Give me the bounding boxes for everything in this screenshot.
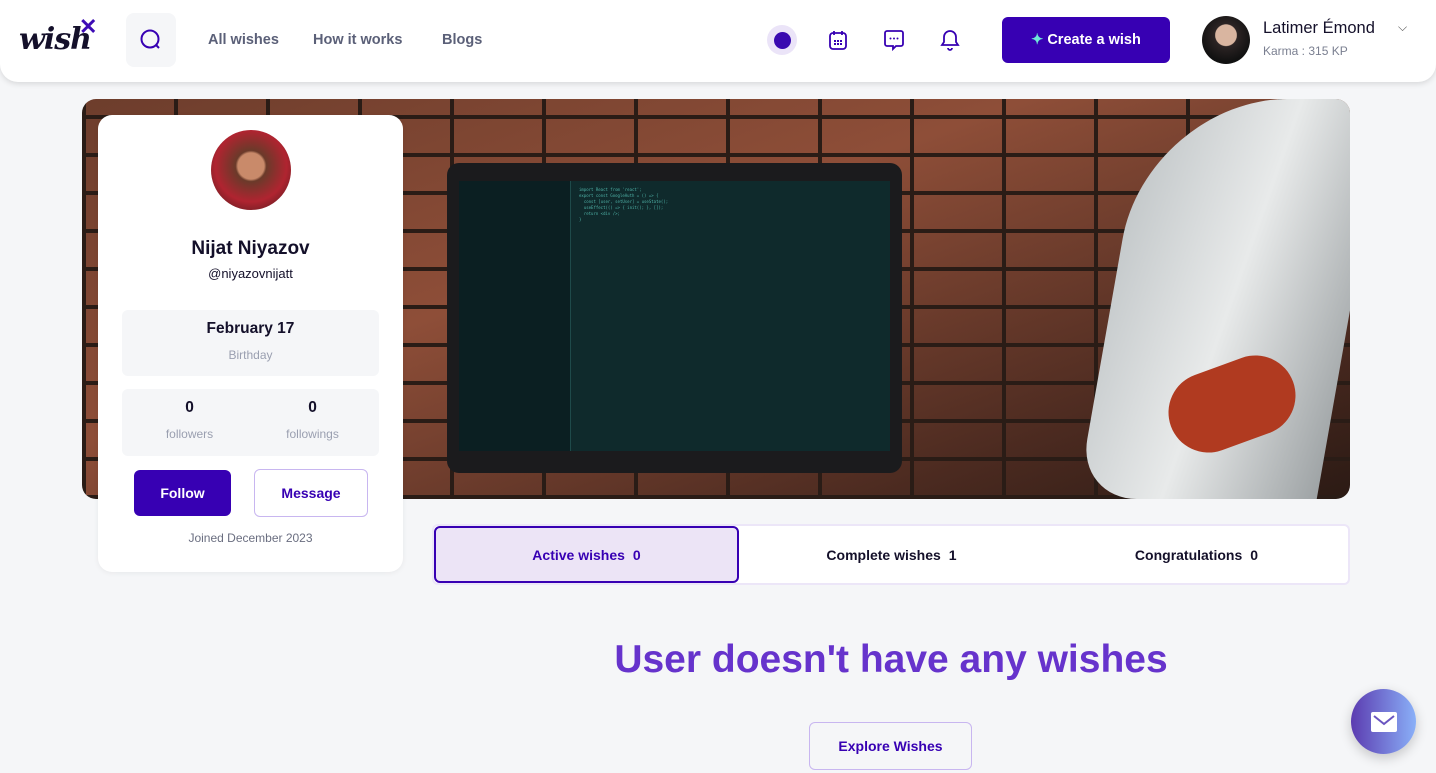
laptop-image: import React from 'react'; export const G… [447, 163, 902, 473]
chat-icon[interactable] [882, 28, 906, 52]
search-button[interactable] [126, 13, 176, 67]
tab-congratulations[interactable]: Congratulations 0 [1044, 526, 1349, 583]
bell-icon[interactable] [938, 28, 962, 52]
tab-count: 1 [948, 546, 957, 563]
wish-tabs: Active wishes 0 Complete wishes 1 Congratu… [432, 524, 1350, 585]
tab-count: 0 [1250, 546, 1259, 563]
sparkle-icon: ✦ [1031, 32, 1044, 48]
tab-active-wishes[interactable]: Active wishes 0 [434, 526, 739, 583]
explore-wishes-button[interactable]: Explore Wishes [809, 722, 972, 770]
followers-label: followers [165, 427, 214, 441]
search-icon [140, 29, 160, 49]
mail-icon [1370, 711, 1397, 732]
nav-blogs[interactable]: Blogs [442, 32, 482, 48]
user-name[interactable]: Latimer Émond [1263, 19, 1375, 38]
message-button[interactable]: Message [254, 469, 368, 517]
tab-label: Active wishes [532, 546, 625, 563]
birthday-label: Birthday [228, 348, 273, 362]
wish-logo[interactable]: wish ✕ [19, 14, 97, 57]
joined-date: Joined December 2023 [188, 531, 313, 545]
top-header: wish ✕ All wishes How it works Blogs ✦ Cre… [0, 0, 1436, 82]
tab-label: Complete wishes [826, 546, 941, 563]
nav-all-wishes[interactable]: All wishes [208, 32, 279, 48]
theme-toggle[interactable] [767, 25, 797, 55]
empty-state-title: User doesn't have any wishes [614, 638, 1168, 681]
profile-card: Nijat Niyazov @niyazovnijatt February 17… [98, 115, 403, 572]
create-wish-button[interactable]: ✦ Create a wish [1002, 17, 1170, 63]
followings-count: 0 [308, 399, 317, 416]
chevron-down-icon[interactable]: ⌵ [1398, 20, 1407, 35]
user-avatar[interactable] [1202, 16, 1250, 64]
profile-name: Nijat Niyazov [191, 238, 310, 259]
calendar-icon[interactable] [826, 28, 850, 52]
tab-count: 0 [632, 546, 641, 563]
followings-label: followings [286, 427, 339, 441]
tab-complete-wishes[interactable]: Complete wishes 1 [739, 526, 1044, 583]
profile-avatar [211, 130, 291, 210]
tab-label: Congratulations [1134, 546, 1243, 563]
profile-handle: @niyazovnijatt [208, 266, 293, 281]
birthday-value: February 17 [206, 320, 295, 337]
birthday-box: February 17 Birthday [122, 310, 379, 376]
mail-fab-button[interactable] [1351, 689, 1416, 754]
followers-stat[interactable]: 0 followers [122, 399, 257, 441]
follow-button[interactable]: Follow [134, 470, 231, 516]
user-karma: Karma : 315 KP [1263, 44, 1348, 58]
followings-stat[interactable]: 0 followings [245, 399, 380, 441]
followers-count: 0 [185, 399, 194, 416]
nav-how-it-works[interactable]: How it works [313, 32, 402, 48]
follow-stats: 0 followers 0 followings [122, 389, 379, 456]
create-wish-label: Create a wish [1047, 32, 1141, 48]
